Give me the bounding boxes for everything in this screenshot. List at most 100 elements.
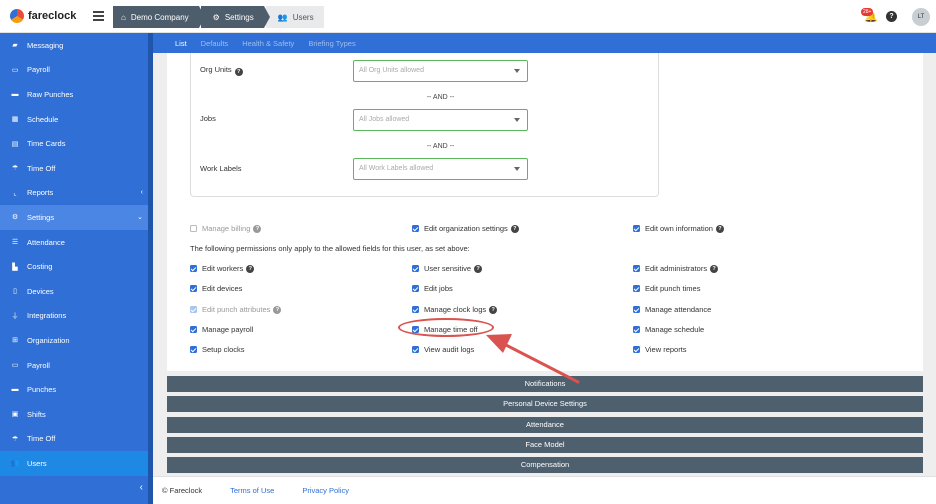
sidebar-item-organization[interactable]: ⊞ Organization bbox=[0, 328, 148, 353]
sidebar-item-label: Shifts bbox=[27, 409, 46, 419]
section-attendance[interactable]: Attendance bbox=[167, 416, 923, 433]
breadcrumb-item-company[interactable]: ⌂ Demo Company bbox=[113, 6, 205, 28]
manage-schedule-checkbox[interactable]: Manage schedule bbox=[633, 325, 704, 334]
terms-of-use-link[interactable]: Terms of Use bbox=[230, 486, 274, 495]
edit-workers-checkbox[interactable]: Edit workers? bbox=[190, 264, 255, 273]
section-notifications[interactable]: Notifications bbox=[167, 376, 923, 392]
breadcrumb-item-users[interactable]: 👥 Users bbox=[265, 6, 324, 28]
logo-text: fareclock bbox=[28, 10, 77, 22]
sidebar-item-label: Costing bbox=[27, 262, 53, 272]
sidebar-item-payroll-settings[interactable]: ▭ Payroll bbox=[0, 353, 148, 378]
help-icon[interactable]: ? bbox=[273, 305, 282, 314]
help-icon[interactable]: ? bbox=[886, 11, 897, 22]
breadcrumb-label: Demo Company bbox=[130, 12, 189, 22]
help-icon[interactable]: ? bbox=[474, 264, 483, 273]
breadcrumb-label: Users bbox=[292, 12, 314, 22]
sidebar-item-settings[interactable]: ⚙ Settings ⌄ bbox=[0, 205, 148, 230]
collapse-sidebar-icon[interactable]: ‹ bbox=[140, 482, 143, 493]
view-audit-logs-checkbox[interactable]: View audit logs bbox=[412, 345, 474, 354]
help-icon[interactable]: ? bbox=[715, 224, 724, 233]
edit-jobs-checkbox[interactable]: Edit jobs bbox=[412, 284, 453, 293]
tab-briefing-types[interactable]: Briefing Types bbox=[308, 39, 355, 48]
manage-clock-logs-checkbox[interactable]: Manage clock logs? bbox=[412, 305, 498, 314]
chart-icon: ⌞ bbox=[13, 189, 17, 197]
edit-punch-attributes-checkbox[interactable]: Edit punch attributes? bbox=[190, 305, 282, 314]
main-content: Org Units? All Org Units allowed -- AND … bbox=[153, 53, 936, 476]
chevron-down-icon bbox=[514, 118, 520, 122]
app-logo[interactable]: fareclock bbox=[10, 9, 76, 23]
view-reports-checkbox[interactable]: View reports bbox=[633, 345, 687, 354]
jobs-label: Jobs bbox=[200, 114, 216, 123]
sidebar-item-label: Organization bbox=[27, 335, 70, 345]
sidebar-item-time-off-settings[interactable]: ☂ Time Off bbox=[0, 427, 148, 452]
jobs-select[interactable]: All Jobs allowed bbox=[353, 109, 528, 131]
car-icon: ▬ bbox=[11, 90, 19, 98]
sidebar-item-attendance[interactable]: ☰ Attendance bbox=[0, 230, 148, 255]
sidebar-item-schedule[interactable]: ▦ Schedule bbox=[0, 107, 148, 132]
calendar-icon: ▦ bbox=[11, 116, 19, 124]
sidebar-item-raw-punches[interactable]: ▬ Raw Punches bbox=[0, 82, 148, 107]
sidebar-item-payroll[interactable]: ▭ Payroll bbox=[0, 58, 148, 83]
sidebar-item-integrations[interactable]: ⏚ Integrations bbox=[0, 304, 148, 329]
help-icon[interactable]: ? bbox=[510, 224, 519, 233]
sidebar-item-messaging[interactable]: ▰ Messaging bbox=[0, 33, 148, 58]
work-labels-placeholder: All Work Labels allowed bbox=[359, 165, 434, 172]
sidebar-footer: ‹ bbox=[0, 476, 148, 504]
sidebar-item-label: Attendance bbox=[27, 237, 65, 247]
tab-health-safety[interactable]: Health & Safety bbox=[242, 39, 294, 48]
sidebar-item-label: Time Off bbox=[27, 163, 56, 173]
sidebar-item-punches[interactable]: ▬ Punches bbox=[0, 377, 148, 402]
and-separator: -- AND -- bbox=[426, 94, 455, 101]
help-icon[interactable]: ? bbox=[489, 305, 498, 314]
sidebar-item-label: Devices bbox=[27, 286, 54, 296]
user-sensitive-checkbox[interactable]: User sensitive? bbox=[412, 264, 483, 273]
help-icon[interactable]: ? bbox=[253, 224, 262, 233]
section-compensation[interactable]: Compensation bbox=[167, 457, 923, 474]
manage-attendance-checkbox[interactable]: Manage attendance bbox=[633, 305, 711, 314]
edit-devices-checkbox[interactable]: Edit devices bbox=[190, 284, 242, 293]
work-labels-label: Work Labels bbox=[200, 164, 242, 173]
manage-billing-checkbox[interactable]: Manage billing? bbox=[190, 224, 262, 233]
hamburger-menu-icon[interactable] bbox=[93, 11, 104, 21]
sidebar-item-label: Payroll bbox=[27, 360, 50, 370]
sidebar-item-time-cards[interactable]: ▤ Time Cards bbox=[0, 131, 148, 156]
help-icon[interactable]: ? bbox=[234, 68, 243, 76]
setup-clocks-checkbox[interactable]: Setup clocks bbox=[190, 345, 245, 354]
org-units-select[interactable]: All Org Units allowed bbox=[353, 60, 528, 82]
sidebar-item-devices[interactable]: ▯ Devices bbox=[0, 279, 148, 304]
section-face-model[interactable]: Face Model bbox=[167, 436, 923, 453]
help-icon[interactable]: ? bbox=[710, 264, 719, 273]
user-avatar[interactable]: LT bbox=[912, 8, 930, 26]
collapsible-sections: Notifications Personal Device Settings A… bbox=[167, 376, 923, 477]
chevron-down-icon bbox=[514, 69, 520, 73]
beach-icon: ☂ bbox=[11, 165, 19, 173]
tab-defaults[interactable]: Defaults bbox=[201, 39, 229, 48]
edit-organization-settings-checkbox[interactable]: Edit organization settings? bbox=[412, 224, 519, 233]
edit-own-information-checkbox[interactable]: Edit own information? bbox=[633, 224, 724, 233]
help-icon[interactable]: ? bbox=[246, 264, 255, 273]
breadcrumb-item-settings[interactable]: ⚙ Settings bbox=[200, 6, 270, 28]
home-icon: ⌂ bbox=[121, 12, 126, 22]
car-icon: ▬ bbox=[11, 386, 19, 394]
sidebar-item-time-off[interactable]: ☂ Time Off bbox=[0, 156, 148, 181]
beach-icon: ☂ bbox=[11, 435, 19, 443]
permissions-note: The following permissions only apply to … bbox=[190, 244, 470, 253]
sidebar-item-shifts[interactable]: ▣ Shifts bbox=[0, 402, 148, 427]
sidebar-item-reports[interactable]: ⌞ Reports ‹ bbox=[0, 181, 148, 206]
org-units-label: Org Units? bbox=[200, 65, 243, 76]
org-icon: ⊞ bbox=[12, 337, 18, 345]
edit-punch-times-checkbox[interactable]: Edit punch times bbox=[633, 284, 700, 293]
work-labels-select[interactable]: All Work Labels allowed bbox=[353, 158, 528, 180]
section-personal-device-settings[interactable]: Personal Device Settings bbox=[167, 396, 923, 413]
edit-administrators-checkbox[interactable]: Edit administrators? bbox=[633, 264, 719, 273]
tab-list[interactable]: List bbox=[175, 39, 187, 48]
copyright-text: © Fareclock bbox=[162, 486, 203, 495]
sidebar-item-users[interactable]: 👥 Users bbox=[0, 451, 148, 476]
manage-payroll-checkbox[interactable]: Manage payroll bbox=[190, 325, 253, 334]
device-icon: ▯ bbox=[13, 288, 17, 296]
sidebar-item-label: Time Cards bbox=[27, 139, 66, 149]
money-icon: ▭ bbox=[11, 362, 19, 370]
privacy-policy-link[interactable]: Privacy Policy bbox=[302, 486, 349, 495]
sidebar-item-costing[interactable]: ▙ Costing bbox=[0, 254, 148, 279]
and-separator: -- AND -- bbox=[426, 143, 455, 150]
